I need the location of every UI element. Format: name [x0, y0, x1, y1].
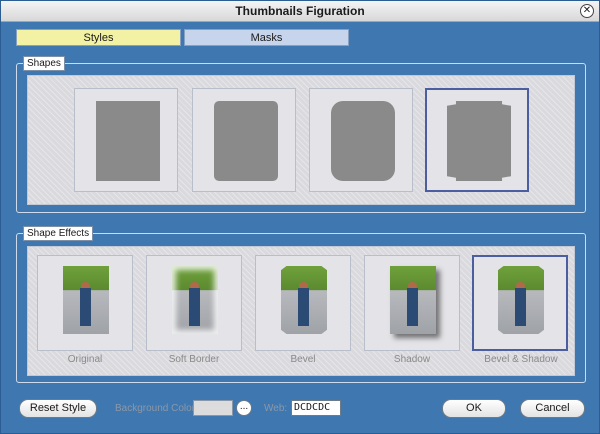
- notched-shape-icon: [447, 101, 511, 181]
- effect-label-shadow: Shadow: [393, 354, 431, 365]
- ok-button[interactable]: OK: [442, 399, 506, 418]
- shape-effects-group: Shape Effects Original Soft Border Bevel…: [16, 226, 586, 383]
- web-color-input[interactable]: DCDCDC: [291, 400, 341, 416]
- thumbnail-photo: [63, 266, 109, 334]
- rounded-rectangle-shape-icon: [214, 101, 278, 181]
- thumbnail-photo: [281, 266, 327, 334]
- thumbnail-photo: [390, 266, 436, 334]
- effect-label-original: Original: [67, 354, 103, 365]
- tab-styles[interactable]: Styles: [16, 29, 181, 46]
- shapes-group-label: Shapes: [23, 56, 65, 71]
- shape-effects-group-label: Shape Effects: [23, 226, 94, 241]
- cancel-button[interactable]: Cancel: [520, 399, 585, 418]
- web-color-label: Web:: [264, 403, 288, 414]
- background-color-label: Background Color:: [115, 403, 198, 414]
- shape-option-rectangle[interactable]: [74, 88, 178, 192]
- effect-label-soft-border: Soft Border: [168, 354, 220, 365]
- shape-option-rounded-large[interactable]: [309, 88, 413, 192]
- shapes-panel: [27, 75, 575, 205]
- effect-option-shadow[interactable]: [364, 255, 460, 351]
- effect-option-bevel[interactable]: [255, 255, 351, 351]
- effect-option-original[interactable]: [37, 255, 133, 351]
- window-title: Thumbnails Figuration: [235, 4, 365, 18]
- effect-option-soft-border[interactable]: [146, 255, 242, 351]
- thumbnail-photo: [172, 266, 218, 334]
- title-bar: Thumbnails Figuration ✕: [1, 1, 599, 22]
- shape-option-rounded-small[interactable]: [192, 88, 296, 192]
- reset-style-button[interactable]: Reset Style: [19, 399, 97, 418]
- close-icon[interactable]: ✕: [580, 4, 594, 18]
- shape-effects-panel: Original Soft Border Bevel Shadow Bevel …: [27, 246, 575, 376]
- rectangle-shape-icon: [96, 101, 160, 181]
- effect-label-bevel: Bevel: [290, 354, 316, 365]
- thumbnail-photo: [498, 266, 544, 334]
- shapes-group: Shapes: [16, 56, 586, 213]
- dialog-window: Thumbnails Figuration ✕ Styles Masks Sha…: [0, 0, 600, 434]
- effect-option-bevel-shadow[interactable]: [472, 255, 568, 351]
- effect-label-bevel-shadow: Bevel & Shadow: [484, 354, 558, 365]
- background-color-swatch[interactable]: [193, 400, 233, 416]
- rounded-large-shape-icon: [331, 101, 395, 181]
- shape-option-notched[interactable]: [425, 88, 529, 192]
- tab-masks[interactable]: Masks: [184, 29, 349, 46]
- color-picker-button[interactable]: ...: [236, 400, 252, 416]
